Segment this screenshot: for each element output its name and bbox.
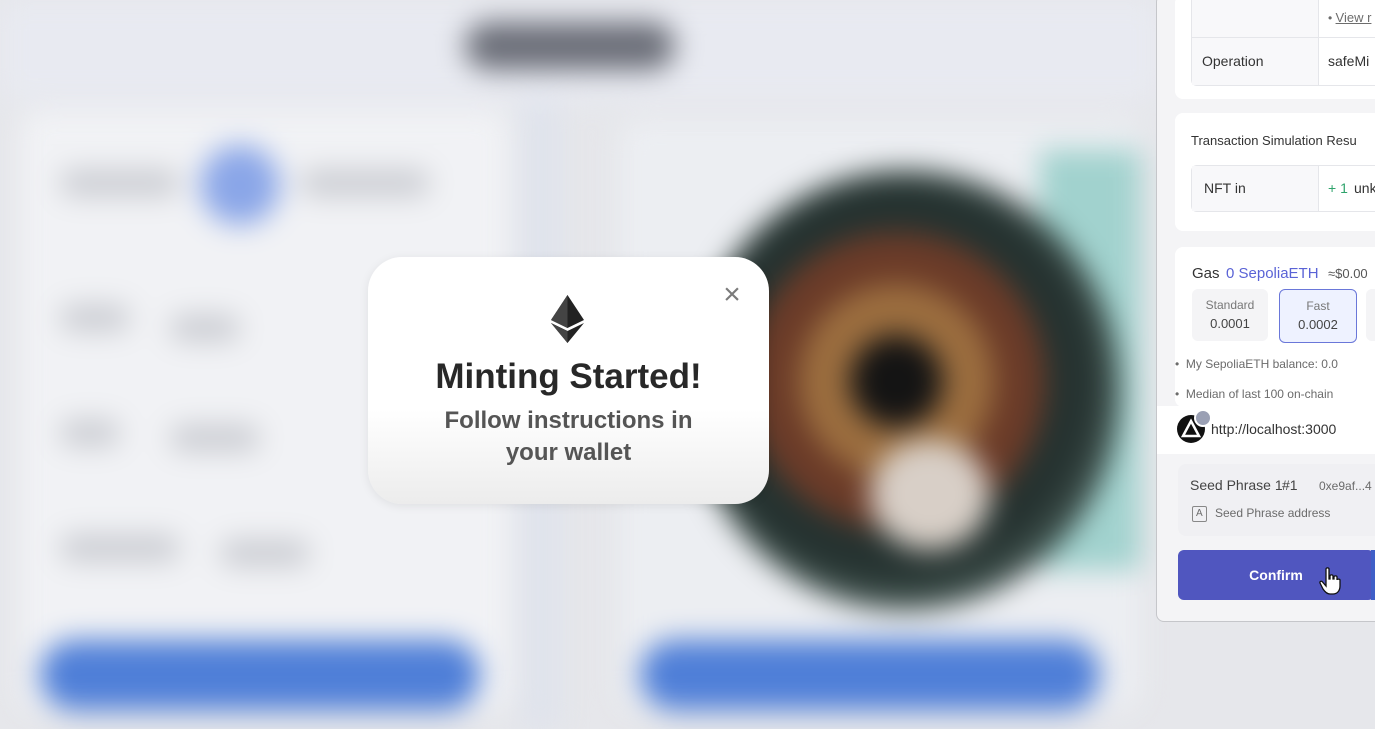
hand-cursor-icon (1319, 567, 1341, 595)
modal-subtitle: Follow instructions in your wallet (444, 407, 693, 466)
bg-button-right (640, 640, 1100, 710)
view-link[interactable]: View r (1336, 10, 1372, 25)
account-address: 0xe9af...4 (1319, 479, 1372, 493)
table-row: Operation safeMi (1192, 38, 1375, 85)
simulation-heading: Transaction Simulation Resu (1191, 133, 1357, 148)
details-table: • View r Operation safeMi (1191, 0, 1375, 86)
bg-text-line (170, 315, 240, 341)
bg-button-left (40, 640, 480, 710)
minting-modal: × Minting Started! Follow instructions i… (368, 257, 769, 504)
ethereum-icon (551, 295, 584, 343)
site-url: http://localhost:3000 (1211, 421, 1337, 437)
simulation-card: Transaction Simulation Resu NFT in + 1 u… (1175, 113, 1375, 231)
operation-label: Operation (1202, 53, 1264, 69)
bg-text-line (300, 170, 430, 196)
gas-label: Gas (1192, 265, 1220, 282)
account-card[interactable]: Seed Phrase 1 #1 0xe9af...4 A Seed Phras… (1178, 464, 1375, 536)
badge-icon (1194, 409, 1212, 427)
site-origin-bar: http://localhost:3000 (1157, 406, 1375, 454)
gas-balance-note: My SepoliaETH balance: 0.0 (1185, 357, 1338, 371)
wallet-popup: • View r Operation safeMi Transaction Si… (1156, 0, 1375, 622)
bg-toggle-dot (200, 145, 280, 225)
bg-text-line (220, 540, 310, 566)
gas-amount: 0 SepoliaETH (1226, 265, 1319, 282)
bg-text-line (60, 170, 180, 196)
confirm-button[interactable]: Confirm (1178, 550, 1374, 600)
nft-in-label: NFT in (1204, 180, 1246, 196)
confirm-button-edge (1371, 550, 1375, 600)
close-icon[interactable]: × (718, 280, 746, 310)
gas-option-standard[interactable]: Standard 0.0001 (1192, 289, 1268, 341)
simulation-table: NFT in + 1 unk (1191, 165, 1375, 212)
nft-in-suffix: unk (1354, 180, 1375, 196)
gas-usd: ≈$0.00 (1328, 266, 1368, 281)
gas-card: Gas 0 SepoliaETH ≈$0.00 Standard 0.0001 … (1175, 247, 1375, 407)
bg-text-line (60, 420, 120, 446)
address-type-label: Seed Phrase address (1215, 506, 1331, 520)
details-card: • View r Operation safeMi (1175, 0, 1375, 99)
bg-text-line (170, 425, 260, 451)
bg-logo (465, 22, 675, 70)
address-type-icon: A (1192, 506, 1207, 522)
gas-median-note: Median of last 100 on-chain (1185, 387, 1334, 401)
bg-text-line (60, 305, 130, 331)
bg-image-highlight (870, 440, 990, 550)
nft-in-value: + 1 (1328, 180, 1348, 196)
gas-option-fast[interactable]: Fast 0.0002 (1279, 289, 1357, 343)
modal-title: Minting Started! (435, 357, 702, 396)
gas-option-partial[interactable] (1366, 289, 1375, 341)
operation-value: safeMi (1328, 53, 1370, 69)
bg-text-line (60, 535, 180, 561)
account-index: #1 (1282, 477, 1298, 493)
account-name: Seed Phrase 1 (1190, 477, 1283, 493)
table-row: • View r (1192, 0, 1375, 38)
